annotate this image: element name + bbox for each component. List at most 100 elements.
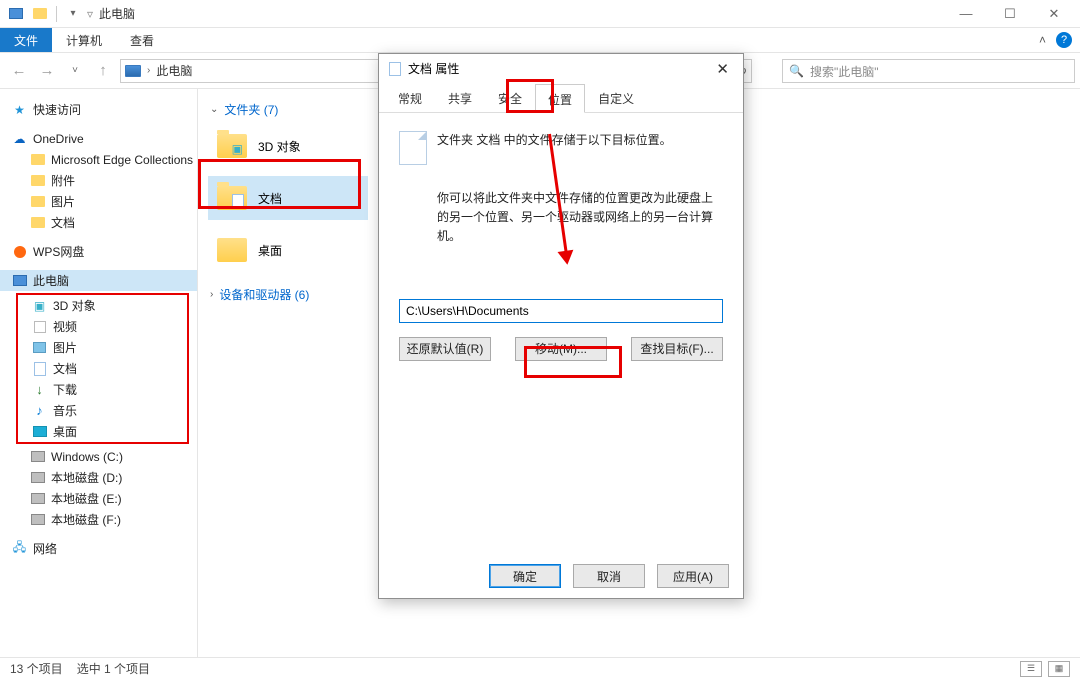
location-path-input[interactable]: [399, 299, 723, 323]
history-dropdown[interactable]: ˅: [64, 60, 86, 82]
disclosure-icon: ›: [210, 289, 213, 300]
up-button[interactable]: ↑: [92, 60, 114, 82]
close-button[interactable]: ✕: [1032, 0, 1076, 28]
sidebar-music[interactable]: ♪ 音乐: [18, 400, 187, 421]
status-bar: 13 个项目 选中 1 个项目 ☰ ▦: [0, 657, 1080, 679]
properties-dialog: 文档 属性 ✕ 常规 共享 安全 位置 自定义 文件夹 文档 中的文件存储于以下…: [378, 53, 744, 599]
ribbon-expand-icon[interactable]: ˄: [1039, 33, 1046, 47]
sidebar-drive-c[interactable]: Windows (C:): [0, 446, 197, 467]
label: 桌面: [53, 423, 77, 440]
search-input[interactable]: 🔍 搜索"此电脑": [782, 59, 1075, 83]
star-icon: ★: [12, 102, 27, 117]
label: 文档: [53, 360, 77, 377]
find-target-button[interactable]: 查找目标(F)...: [631, 337, 723, 361]
drive-icon: [30, 449, 45, 464]
tab-share[interactable]: 共享: [435, 83, 485, 112]
drive-icon: [30, 512, 45, 527]
document-icon: [387, 61, 402, 76]
label: Windows (C:): [51, 450, 123, 464]
separator: [56, 6, 57, 22]
maximize-button[interactable]: ☐: [988, 0, 1032, 28]
folder-desktop[interactable]: 桌面: [208, 228, 368, 272]
document-large-icon: [399, 131, 427, 165]
sidebar-drive-e[interactable]: 本地磁盘 (E:): [0, 488, 197, 509]
sidebar-wps[interactable]: WPS网盘: [0, 241, 197, 262]
picture-icon: [32, 340, 47, 355]
ok-button[interactable]: 确定: [489, 564, 561, 588]
sidebar-pictures-lib[interactable]: 图片: [18, 337, 187, 358]
tab-view[interactable]: 查看: [116, 28, 168, 52]
label: 本地磁盘 (F:): [51, 511, 121, 528]
pc-icon: [125, 65, 141, 77]
view-tiles-button[interactable]: ▦: [1048, 661, 1070, 677]
window-title: 此电脑: [99, 5, 135, 22]
sidebar-onedrive[interactable]: ☁OneDrive: [0, 128, 197, 149]
pc-icon: [8, 6, 24, 22]
tab-computer[interactable]: 计算机: [52, 28, 116, 52]
label: OneDrive: [33, 132, 84, 146]
label: 此电脑: [33, 272, 69, 289]
sidebar-attachments[interactable]: 附件: [0, 170, 197, 191]
sidebar-this-pc[interactable]: 此电脑: [0, 270, 197, 291]
sidebar-edge-collections[interactable]: Microsoft Edge Collections: [0, 149, 197, 170]
music-icon: ♪: [32, 403, 47, 418]
forward-button[interactable]: →: [36, 60, 58, 82]
label: 文档: [51, 214, 75, 231]
restore-default-button[interactable]: 还原默认值(R): [399, 337, 491, 361]
dialog-footer: 确定 取消 应用(A): [489, 564, 729, 588]
label: 设备和驱动器 (6): [219, 286, 309, 303]
label: 下载: [53, 381, 77, 398]
label: 桌面: [258, 242, 282, 259]
label: 网络: [33, 540, 57, 557]
dialog-tabs: 常规 共享 安全 位置 自定义: [379, 83, 743, 113]
sidebar-drive-d[interactable]: 本地磁盘 (D:): [0, 467, 197, 488]
view-details-button[interactable]: ☰: [1020, 661, 1042, 677]
sidebar-drive-f[interactable]: 本地磁盘 (F:): [0, 509, 197, 530]
dialog-titlebar[interactable]: 文档 属性 ✕: [379, 54, 743, 83]
label: 附件: [51, 172, 75, 189]
label: 图片: [51, 193, 75, 210]
status-selection: 选中 1 个项目: [77, 660, 150, 677]
label: 快速访问: [33, 101, 81, 118]
cancel-button[interactable]: 取消: [573, 564, 645, 588]
tab-custom[interactable]: 自定义: [585, 83, 647, 112]
sidebar-documents[interactable]: 文档: [0, 212, 197, 233]
sidebar-videos[interactable]: 视频: [18, 316, 187, 337]
sidebar-quick-access[interactable]: ★ 快速访问: [0, 99, 197, 120]
drive-icon: [30, 470, 45, 485]
back-button[interactable]: ←: [8, 60, 30, 82]
qat-overflow[interactable]: ▿: [87, 7, 93, 21]
folder-small-icon: [32, 6, 48, 22]
breadcrumb-thispc[interactable]: 此电脑: [156, 62, 192, 79]
pc-icon: [12, 273, 27, 288]
network-icon: 🖧: [12, 541, 27, 556]
label: 视频: [53, 318, 77, 335]
tab-file[interactable]: 文件: [0, 28, 52, 52]
label: 图片: [53, 339, 77, 356]
status-item-count: 13 个项目: [10, 660, 63, 677]
drive-icon: [30, 491, 45, 506]
download-icon: ↓: [32, 382, 47, 397]
sidebar-network[interactable]: 🖧 网络: [0, 538, 197, 559]
sidebar-desktop[interactable]: 桌面: [18, 421, 187, 442]
sidebar-downloads[interactable]: ↓ 下载: [18, 379, 187, 400]
sidebar-pictures[interactable]: 图片: [0, 191, 197, 212]
dropdown-icon[interactable]: ▾: [65, 6, 81, 22]
dialog-close-button[interactable]: ✕: [710, 60, 735, 78]
ribbon-tabs: 文件 计算机 查看 ˄ ?: [0, 28, 1080, 53]
sidebar-documents-lib[interactable]: 文档: [18, 358, 187, 379]
dialog-body: 文件夹 文档 中的文件存储于以下目标位置。 你可以将此文件夹中文件存储的位置更改…: [379, 113, 743, 371]
label: 音乐: [53, 402, 77, 419]
folder-icon: [216, 236, 248, 264]
minimize-button[interactable]: —: [944, 0, 988, 28]
sidebar-3d-objects[interactable]: ▣3D 对象: [18, 295, 187, 316]
apply-button[interactable]: 应用(A): [657, 564, 729, 588]
label: WPS网盘: [33, 243, 84, 260]
dialog-title: 文档 属性: [408, 60, 459, 77]
search-placeholder: 搜索"此电脑": [810, 63, 879, 80]
label: 文件夹 (7): [224, 101, 278, 118]
wps-icon: [12, 244, 27, 259]
tab-general[interactable]: 常规: [385, 83, 435, 112]
help-icon[interactable]: ?: [1056, 32, 1072, 48]
dialog-line1: 文件夹 文档 中的文件存储于以下目标位置。: [437, 131, 672, 150]
